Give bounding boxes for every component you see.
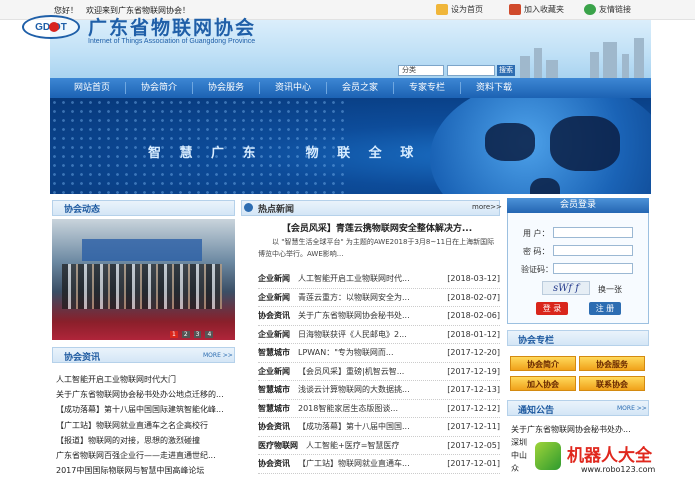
set-homepage-link[interactable]: 设为首页 [436,4,483,15]
nav-members[interactable]: 会员之家 [327,78,393,98]
news-row[interactable]: 企业新闻 青莲云重方：以物联网安全为... [2018-02-07] [258,289,500,307]
skyline-building [603,42,617,78]
list-item[interactable]: 广东省物联网百强企业行——走进直通世纪... [56,448,236,463]
activity-panel-title: 协会动态 [64,205,101,215]
logo-dot-icon [49,22,59,32]
nav-services[interactable]: 协会服务 [193,78,259,98]
nav-about[interactable]: 协会简介 [126,78,192,98]
slide-4-button[interactable]: 4 [205,331,214,338]
password-label: 密 码： [523,247,550,256]
list-item[interactable]: 关于广东省物联网协会秘书处办... [511,423,647,436]
list-item[interactable]: 【成功落幕】第十八届中国国际建筑智能化峰... [56,402,236,417]
nav-experts[interactable]: 专家专栏 [394,78,460,98]
list-item[interactable]: 【广工站】物联网就业直通车之名企高校行 [56,418,236,433]
friend-links-link[interactable]: 友情链接 [584,4,631,15]
hot-news-title: 热点新闻 [258,205,295,215]
watermark-text: 机器人大全 [567,446,652,466]
notice-title: 通知公告 [518,406,555,416]
slide-3-button[interactable]: 3 [193,331,202,338]
news-row[interactable]: 协会资讯 关于广东省物联网协会秘书处... [2018-02-06] [258,307,500,326]
slide-2-button[interactable]: 2 [181,331,190,338]
photo-people [62,264,222,309]
link-icon [584,4,596,15]
login-panel [507,198,649,324]
skyline-building [534,48,542,78]
globe-image [430,98,651,194]
add-favorite-link[interactable]: 加入收藏夹 [509,4,564,15]
captcha-image: sWf f [542,281,590,295]
watermark-logo-icon [535,442,561,470]
association-news-more[interactable]: MORE >> [203,352,233,359]
news-row[interactable]: 企业新闻 人工智能开启工业物联网时代... [2018-03-12] [258,270,500,289]
site-subtitle: Internet of Things Association of Guangd… [88,38,256,45]
watermark-url: www.robo123.com [581,465,656,474]
list-item[interactable]: 人工智能开启工业物联网时代大门 [56,372,236,387]
slide-pager: 1 2 3 4 [170,331,214,338]
nav-downloads[interactable]: 资料下载 [461,78,527,98]
skyline-building [634,38,644,78]
news-row[interactable]: 智慧城市 LPWAN："专为物联网而... [2017-12-20] [258,344,500,363]
activity-photo[interactable] [52,219,235,340]
news-row[interactable]: 智慧城市 2018智能家居生态版图谈... [2017-12-12] [258,400,500,418]
banner-slogan: 智 慧 广 东 物 联 全 球 [148,146,421,161]
search-input[interactable] [447,65,495,76]
news-row[interactable]: 企业新闻 【会员风采】重磅|机智云智... [2017-12-19] [258,363,500,381]
bookmark-icon [509,4,521,15]
association-news-list: 人工智能开启工业物联网时代大门 关于广东省物联网协会秘书处办公地点迁移的... … [56,372,236,478]
captcha-refresh-link[interactable]: 换一张 [598,284,622,295]
nav-news-center[interactable]: 资讯中心 [260,78,326,98]
continent-shape [485,123,535,161]
contact-association-button[interactable]: 联系协会 [579,376,645,391]
login-button[interactable]: 登 录 [536,302,568,315]
username-label: 用 户： [523,229,550,238]
captcha-label: 验证码： [521,265,553,274]
notice-more[interactable]: MORE >> [617,405,647,412]
news-row[interactable]: 协会资讯 【广工站】物联网就业直通车... [2017-12-01] [258,455,500,474]
hot-news-feature-summary: 以 "智慧生活全球平台" 为主题的AWE2018于3月8~11日在上海新国际博览… [258,238,495,258]
nav-home[interactable]: 网站首页 [59,78,125,98]
hot-news-feature-title[interactable]: 【会员风采】青莲云携物联网安全整体解决方... [256,221,498,234]
list-item[interactable]: 2017中国国际物联网与智慧中国高峰论坛 [56,463,236,478]
list-item[interactable]: 关于广东省物联网协会秘书处办公地点迁移的... [56,387,236,402]
about-association-button[interactable]: 协会简介 [510,356,576,371]
news-row[interactable]: 医疗物联网 人工智能+医疗=智慧医疗 [2017-12-05] [258,437,500,455]
list-item[interactable]: 【报道】物联网的对接，思想的激烈碰撞 [56,433,236,448]
login-panel-title: 会员登录 [507,198,649,213]
association-column-title: 协会专栏 [518,336,555,346]
search-category-select[interactable]: 分类 [398,65,444,76]
news-row[interactable]: 企业新闻 日海物联获评《人民邮电》2... [2018-01-12] [258,326,500,344]
skyline-building [546,60,558,78]
photo-backdrop [82,239,202,261]
hot-news-more[interactable]: more>> [472,203,502,211]
join-association-button[interactable]: 加入协会 [510,376,576,391]
site-title: 广东省物联网协会 [88,17,257,39]
main-nav: 网站首页 协会简介 协会服务 资讯中心 会员之家 专家专栏 资料下载 [50,78,651,98]
captcha-input[interactable] [553,263,633,274]
home-icon [436,4,448,15]
skyline-building [590,52,599,78]
hot-news-icon [244,203,253,212]
skyline-building [622,54,629,78]
continent-shape [530,178,560,194]
continent-shape [550,116,620,171]
association-news-title: 协会资讯 [64,353,101,363]
password-input[interactable] [553,245,633,256]
watermark: 机器人大全 www.robo123.com [533,438,693,478]
search-button[interactable]: 搜索 [497,65,515,76]
hero-banner: 智 慧 广 东 物 联 全 球 [50,98,651,194]
register-button[interactable]: 注 册 [589,302,621,315]
news-row[interactable]: 协会资讯 【成功落幕】第十八届中国国... [2017-12-11] [258,418,500,437]
skyline-building [520,56,530,78]
slide-1-button[interactable]: 1 [170,331,178,338]
association-services-button[interactable]: 协会服务 [579,356,645,371]
news-row[interactable]: 智慧城市 浅谈云计算物联网的大数据挑... [2017-12-13] [258,381,500,400]
username-input[interactable] [553,227,633,238]
